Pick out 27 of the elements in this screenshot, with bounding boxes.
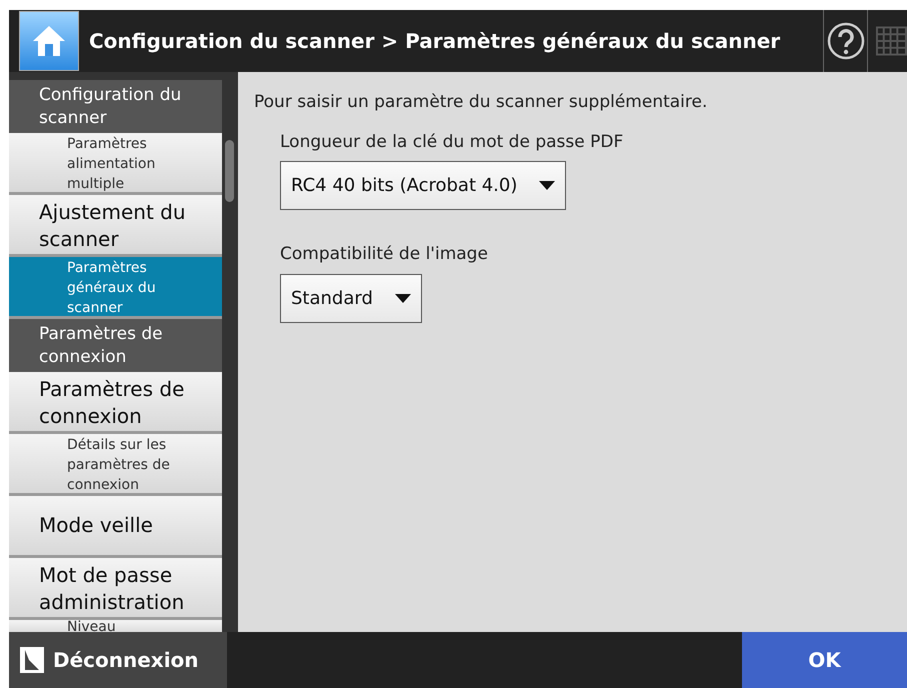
menu-group-header[interactable]: Configuration du scanner xyxy=(9,80,222,133)
menu-item[interactable]: Mode veille xyxy=(9,496,222,558)
caret-icon xyxy=(539,181,556,190)
setting-label: Compatibilité de l'image xyxy=(280,243,489,266)
help-icon xyxy=(826,22,864,60)
door-icon xyxy=(19,646,45,674)
dropdown[interactable]: RC4 40 bits (Acrobat 4.0) xyxy=(280,161,566,210)
ok-button[interactable]: OK xyxy=(742,632,907,688)
house-icon xyxy=(31,23,67,59)
logout-button[interactable]: Déconnexion xyxy=(9,632,227,688)
help-button[interactable] xyxy=(823,10,867,72)
home-button[interactable] xyxy=(19,11,79,71)
intro-text: Pour saisir un paramètre du scanner supplémentaire. xyxy=(254,91,708,114)
scrollbar-thumb[interactable] xyxy=(225,140,234,202)
menu-item[interactable]: Niveau xyxy=(9,620,222,632)
menu-item[interactable]: Détails sur les paramètres de connexion xyxy=(9,434,222,496)
menu-item[interactable]: Ajustement du scanner xyxy=(9,195,222,257)
menu-item[interactable]: Mot de passe administration xyxy=(9,558,222,620)
menu-item[interactable]: Paramètres de connexion xyxy=(9,372,222,434)
keyboard-icon xyxy=(876,26,907,56)
menu-group-header[interactable]: Paramètres de connexion xyxy=(9,319,222,372)
menu-item[interactable]: Paramètres alimentation multiple xyxy=(9,133,222,195)
menu-item[interactable]: Paramètres généraux du scanner xyxy=(9,257,222,319)
setting-label: Longueur de la clé du mot de passe PDF xyxy=(280,130,624,154)
caret-icon xyxy=(394,294,411,302)
page-title: Configuration du scanner > Paramètres généraux du scanner xyxy=(89,28,782,55)
dropdown[interactable]: Standard xyxy=(280,274,422,322)
